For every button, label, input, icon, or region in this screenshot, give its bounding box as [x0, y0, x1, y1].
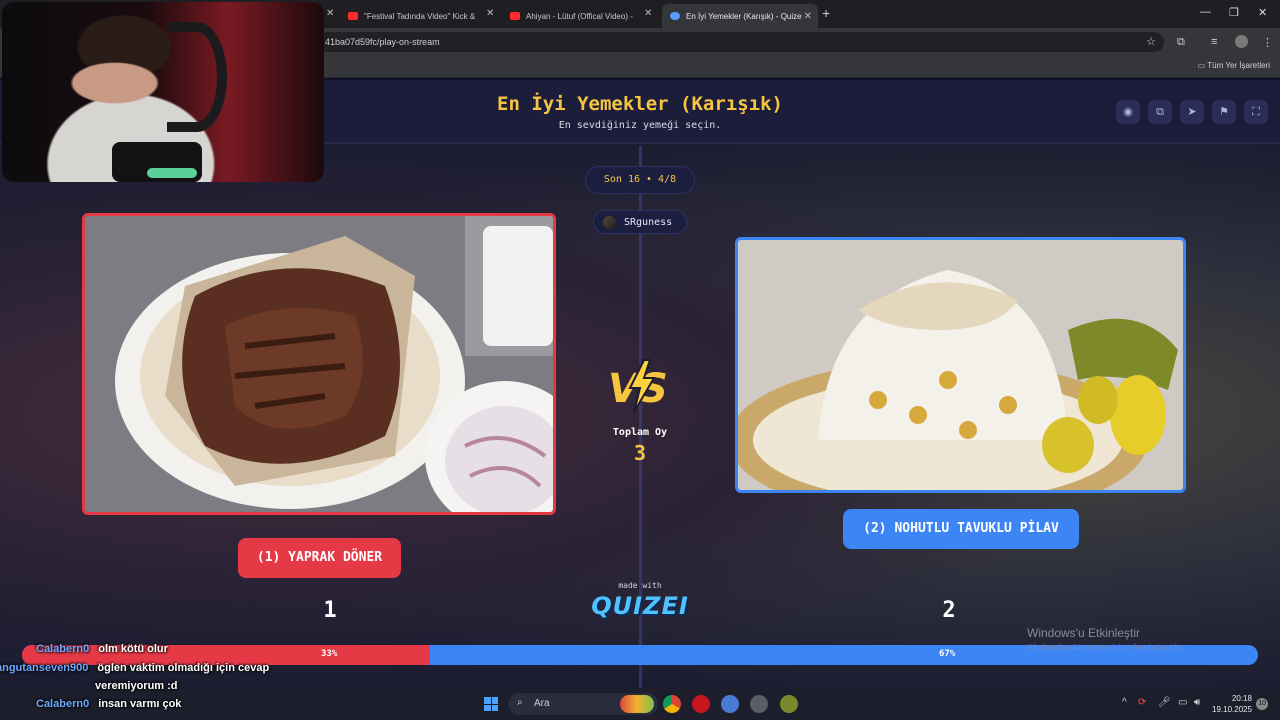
left-vote-count: 1 — [323, 598, 337, 623]
chat-username: Calabern0 — [36, 698, 90, 710]
tab-festival-video[interactable]: "Festival Tadında Video" Kick & — [340, 4, 500, 28]
tab-ahiyan-video[interactable]: Ahiyan - Lütuf (Offical Video) - — [502, 4, 660, 28]
chat-username: angutanseven900 — [0, 662, 89, 674]
chat-text: veremiyorum :d — [95, 680, 178, 692]
minimize-icon[interactable]: — — [1200, 6, 1211, 18]
app-blue-icon[interactable] — [721, 695, 739, 713]
close-tab-icon[interactable]: ✕ — [326, 8, 334, 19]
clock-time: 20:18 — [1231, 694, 1252, 703]
media-controls-icon[interactable]: ≡ — [1211, 36, 1217, 48]
versus-icon: VS — [608, 359, 668, 413]
windows-taskbar: ⌕ Ara ^ ⟳ 🎤︎ ▭ 🔊︎ 20:18 19.10.2025 10 — [0, 688, 1280, 720]
fullscreen-icon[interactable]: ⛶ — [1244, 100, 1268, 124]
extensions-icon[interactable]: ⧉ — [1177, 36, 1185, 49]
flag-icon[interactable]: ⚑ — [1212, 100, 1236, 124]
made-with-label: made with — [618, 581, 662, 590]
close-tab-icon[interactable]: ✕ — [486, 8, 494, 19]
search-label: Ara — [534, 698, 550, 709]
chat-username: Calabern0 — [36, 643, 90, 655]
pilav-image — [738, 240, 1183, 490]
chat-text: insan varmı çok — [98, 698, 182, 710]
chrome-icon[interactable] — [663, 695, 681, 713]
bookmark-star-icon[interactable]: ☆ — [1146, 35, 1156, 48]
option-right-image[interactable] — [735, 237, 1186, 493]
tab-quizei-active[interactable]: En İyi Yemekler (Karışık) - Quize ✕ — [662, 4, 818, 28]
left-percent: 33% — [321, 649, 338, 659]
right-percent: 67% — [939, 649, 956, 659]
streamer-badge: SRguness — [593, 210, 687, 234]
app-green-icon[interactable] — [780, 695, 798, 713]
windows-activation-watermark: Windows'u Etkinleştir — [1027, 626, 1140, 640]
tray-chevron-icon[interactable]: ^ — [1122, 697, 1127, 708]
windows-activation-subtext: Windows'u etkinleştirmek için Ayarlar'a … — [1027, 643, 1186, 652]
tab-label: En İyi Yemekler (Karışık) - Quize — [686, 11, 802, 21]
close-tab-icon[interactable]: ✕ — [644, 8, 652, 19]
taskbar-clock[interactable]: 20:18 19.10.2025 — [1212, 693, 1252, 715]
copy-icon[interactable]: ⧉ — [1148, 100, 1172, 124]
tab-label: Ahiyan - Lütuf (Offical Video) - — [526, 11, 633, 21]
close-window-icon[interactable]: ✕ — [1258, 6, 1267, 19]
mic-light — [147, 168, 197, 178]
app-gray-icon[interactable] — [750, 695, 768, 713]
volume-icon[interactable]: 🔊︎ — [1194, 697, 1200, 708]
url-field[interactable]: 41ba07d59fc/play-on-stream ☆ — [318, 32, 1164, 52]
new-tab-icon[interactable]: + — [822, 5, 830, 21]
profile-avatar[interactable] — [1235, 35, 1248, 48]
clock-date: 19.10.2025 — [1212, 705, 1253, 714]
youtube-icon — [348, 12, 358, 20]
headset-shape — [167, 22, 227, 132]
youtube-icon — [510, 12, 520, 20]
all-bookmarks-label: Tüm Yer İşaretleri — [1207, 61, 1270, 70]
fruit-widget-icon[interactable] — [620, 695, 654, 713]
quizei-logo[interactable]: QUIZEI — [580, 592, 700, 620]
username: SRguness — [624, 217, 673, 228]
send-icon[interactable]: ➤ — [1180, 100, 1204, 124]
tab-label: "Festival Tadında Video" Kick & — [364, 11, 476, 21]
vote-right-button[interactable]: (2) NOHUTLU TAVUKLU PİLAV — [843, 509, 1079, 549]
chat-message: Calabern0 olm kötü olur — [36, 643, 168, 655]
mic-icon[interactable]: 🎤︎ — [1158, 697, 1171, 708]
windows-start-icon[interactable] — [484, 697, 498, 711]
chat-message: veremiyorum :d — [95, 680, 178, 692]
webcam-overlay — [2, 2, 324, 182]
restore-icon[interactable]: ❐ — [1229, 6, 1239, 19]
vote-left-button[interactable]: (1) YAPRAK DÖNER — [238, 538, 401, 578]
eye-icon[interactable]: ◉ — [1116, 100, 1140, 124]
total-votes-label: Toplam Oy — [612, 427, 668, 438]
avatar — [603, 216, 616, 229]
menu-icon[interactable]: ⋮ — [1262, 36, 1273, 49]
option-left-image[interactable] — [82, 213, 556, 515]
search-icon: ⌕ — [517, 697, 523, 708]
app-red-icon[interactable] — [692, 695, 710, 713]
network-icon[interactable]: ▭ — [1178, 697, 1187, 708]
total-votes-value: 3 — [633, 441, 647, 465]
chat-text: olm kötü olur — [98, 643, 168, 655]
right-vote-count: 2 — [942, 598, 956, 623]
round-badge: Son 16 • 4/8 — [585, 166, 695, 194]
all-bookmarks-button[interactable]: ▭ Tüm Yer İşaretleri — [1198, 61, 1270, 70]
chat-message: angutanseven900 öglen vaktim olmadığı iç… — [0, 662, 269, 674]
quizei-favicon-icon — [670, 12, 680, 20]
chat-message: Calabern0 insan varmı çok — [36, 698, 181, 710]
doner-image — [85, 216, 553, 512]
chat-text: öglen vaktim olmadığı için cevap — [97, 662, 270, 674]
sync-icon[interactable]: ⟳ — [1138, 697, 1146, 708]
close-tab-icon[interactable]: ✕ — [804, 11, 812, 22]
notification-badge[interactable]: 10 — [1256, 698, 1268, 710]
url-text: 41ba07d59fc/play-on-stream — [325, 37, 440, 47]
